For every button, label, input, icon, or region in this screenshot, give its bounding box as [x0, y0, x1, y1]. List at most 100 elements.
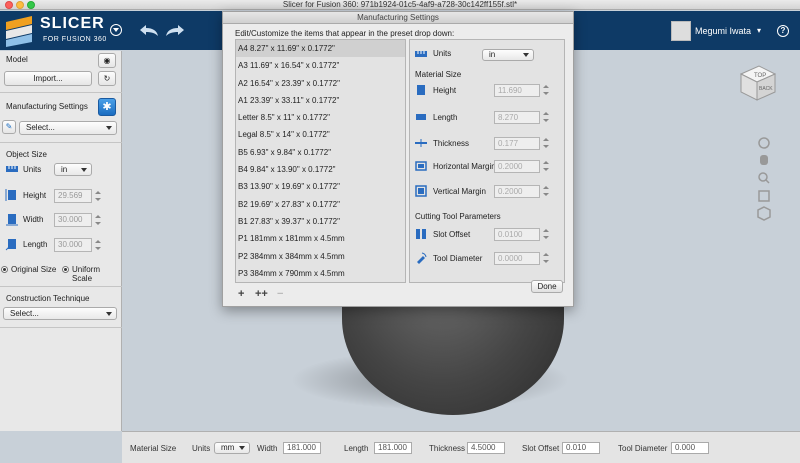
vertical-margin-label: Vertical Margin: [433, 187, 486, 196]
construction-technique-select[interactable]: Select...: [3, 307, 117, 320]
duplicate-preset-button[interactable]: ++: [255, 288, 268, 300]
original-size-radio[interactable]: [1, 266, 8, 273]
list-item[interactable]: B3 13.90" x 19.69" x 0.1772": [236, 178, 405, 195]
list-item[interactable]: A3 11.69" x 16.54" x 0.1772": [236, 57, 405, 74]
left-panel: Model Import... ◉ ↻ Manufacturing Settin…: [0, 51, 122, 431]
minimize-window-button[interactable]: [16, 1, 24, 9]
height-icon: [5, 189, 16, 201]
bottom-units-label: Units: [192, 444, 211, 453]
slicer-logo-icon: [6, 16, 32, 47]
remove-preset-button[interactable]: −: [277, 288, 283, 300]
units-select[interactable]: in: [482, 49, 534, 61]
user-avatar[interactable]: [671, 21, 691, 41]
pencil-icon[interactable]: ✎: [2, 120, 16, 134]
list-item[interactable]: Letter 8.5" x 11" x 0.1772": [236, 109, 405, 126]
original-size-label: Original Size: [11, 265, 57, 274]
units-label: Units: [23, 165, 42, 174]
uniform-scale-radio[interactable]: [62, 266, 69, 273]
list-item[interactable]: A2 16.54" x 23.39" x 0.1772": [236, 75, 405, 92]
length-field[interactable]: 30.000: [54, 238, 92, 252]
fit-view-icon[interactable]: [758, 190, 770, 202]
list-item[interactable]: Legal 8.5" x 14" x 0.1772": [236, 126, 405, 143]
user-menu-caret-icon[interactable]: ▾: [757, 26, 761, 35]
height-label: Height: [433, 86, 457, 95]
cutting-tool-parameters-label: Cutting Tool Parameters: [415, 212, 501, 221]
list-item[interactable]: B1 27.83" x 39.37" x 0.1772": [236, 213, 405, 230]
height-stepper[interactable]: [94, 189, 102, 204]
chevron-down-icon: [523, 53, 529, 57]
list-item[interactable]: P3 384mm x 790mm x 4.5mm: [236, 265, 405, 282]
length-stepper[interactable]: [542, 110, 550, 125]
horizontal-margin-field[interactable]: 0.2000: [494, 160, 540, 173]
tool-diameter-stepper[interactable]: [542, 251, 550, 266]
add-preset-button[interactable]: +: [238, 288, 244, 300]
uniform-scale-label: Uniform Scale: [72, 265, 101, 283]
list-item[interactable]: P1 181mm x 181mm x 4.5mm: [236, 230, 405, 247]
thickness-field[interactable]: 0.177: [494, 137, 540, 150]
width-stepper[interactable]: [94, 213, 102, 228]
zoom-window-button[interactable]: [27, 1, 35, 9]
list-item[interactable]: P2 384mm x 384mm x 4.5mm: [236, 248, 405, 265]
eye-icon[interactable]: ◉: [98, 53, 116, 68]
thickness-icon: [415, 139, 427, 147]
zoom-icon[interactable]: [758, 172, 770, 184]
length-icon: [416, 114, 426, 120]
user-name[interactable]: Megumi Iwata: [695, 26, 751, 36]
slot-offset-label: Slot Offset: [433, 230, 471, 239]
bottom-slot-offset-field[interactable]: 0.010: [562, 442, 600, 454]
orbit-icon[interactable]: [758, 137, 770, 149]
chevron-down-icon: [239, 446, 245, 450]
bottom-units-select[interactable]: mm: [214, 442, 250, 454]
manufacturing-settings-select[interactable]: Select...: [19, 121, 117, 135]
list-item[interactable]: B5 6.93" x 9.84" x 0.1772": [236, 144, 405, 161]
chevron-down-icon: [106, 126, 112, 130]
viewcube-icon[interactable]: TOP BACK: [737, 60, 779, 102]
length-icon: [5, 239, 16, 251]
navigation-tools: [757, 137, 771, 221]
pan-hand-icon[interactable]: [760, 155, 768, 165]
height-field[interactable]: 11.690: [494, 84, 540, 97]
help-button[interactable]: ?: [777, 25, 789, 37]
list-item[interactable]: B2 19.69" x 27.83" x 0.1772": [236, 196, 405, 213]
list-item[interactable]: B4 9.84" x 13.90" x 0.1772": [236, 161, 405, 178]
bottom-tool-diameter-field[interactable]: 0.000: [671, 442, 709, 454]
tool-diameter-field[interactable]: 0.0000: [494, 252, 540, 265]
slot-offset-field[interactable]: 0.0100: [494, 228, 540, 241]
length-stepper[interactable]: [94, 238, 102, 253]
app-menu-button[interactable]: [110, 24, 122, 36]
viewcube-back-label: BACK: [759, 86, 773, 92]
horizontal-margin-stepper[interactable]: [542, 159, 550, 174]
view-cube-toggle-icon[interactable]: [757, 206, 771, 221]
refresh-icon[interactable]: ↻: [98, 71, 116, 86]
height-stepper[interactable]: [542, 83, 550, 98]
vertical-margin-field[interactable]: 0.2000: [494, 185, 540, 198]
slot-offset-stepper[interactable]: [542, 227, 550, 242]
done-button[interactable]: Done: [531, 280, 563, 293]
bottom-length-field[interactable]: 181.000: [374, 442, 412, 454]
horizontal-margin-icon: [415, 161, 427, 171]
vertical-margin-stepper[interactable]: [542, 184, 550, 199]
thickness-stepper[interactable]: [542, 136, 550, 151]
import-button[interactable]: Import...: [4, 71, 92, 86]
object-size-label: Object Size: [6, 150, 47, 159]
list-item[interactable]: A4 8.27" x 11.69" x 0.1772": [236, 40, 405, 58]
app-logo-subtitle: FOR FUSION 360: [43, 36, 107, 43]
dialog-instructions: Edit/Customize the items that appear in …: [235, 29, 455, 38]
height-field[interactable]: 29.569: [54, 189, 92, 203]
tool-diameter-icon: [417, 252, 427, 264]
divider: [0, 142, 122, 143]
units-select[interactable]: in: [54, 163, 92, 176]
app-logo-title: SLICER: [40, 15, 105, 32]
bottom-thickness-label: Thickness: [429, 444, 466, 453]
redo-icon[interactable]: [164, 22, 186, 38]
list-item[interactable]: A1 23.39" x 33.11" x 0.1772": [236, 92, 405, 109]
material-size-bar: Material Size Units mm Width 181.000 Len…: [122, 431, 800, 463]
undo-icon[interactable]: [138, 22, 160, 38]
close-window-button[interactable]: [5, 1, 13, 9]
bottom-thickness-field[interactable]: 4.5000: [467, 442, 505, 454]
gear-icon[interactable]: ✱: [98, 98, 116, 116]
length-field[interactable]: 8.270: [494, 111, 540, 124]
divider: [0, 92, 122, 93]
width-field[interactable]: 30.000: [54, 213, 92, 227]
bottom-width-field[interactable]: 181.000: [283, 442, 321, 454]
